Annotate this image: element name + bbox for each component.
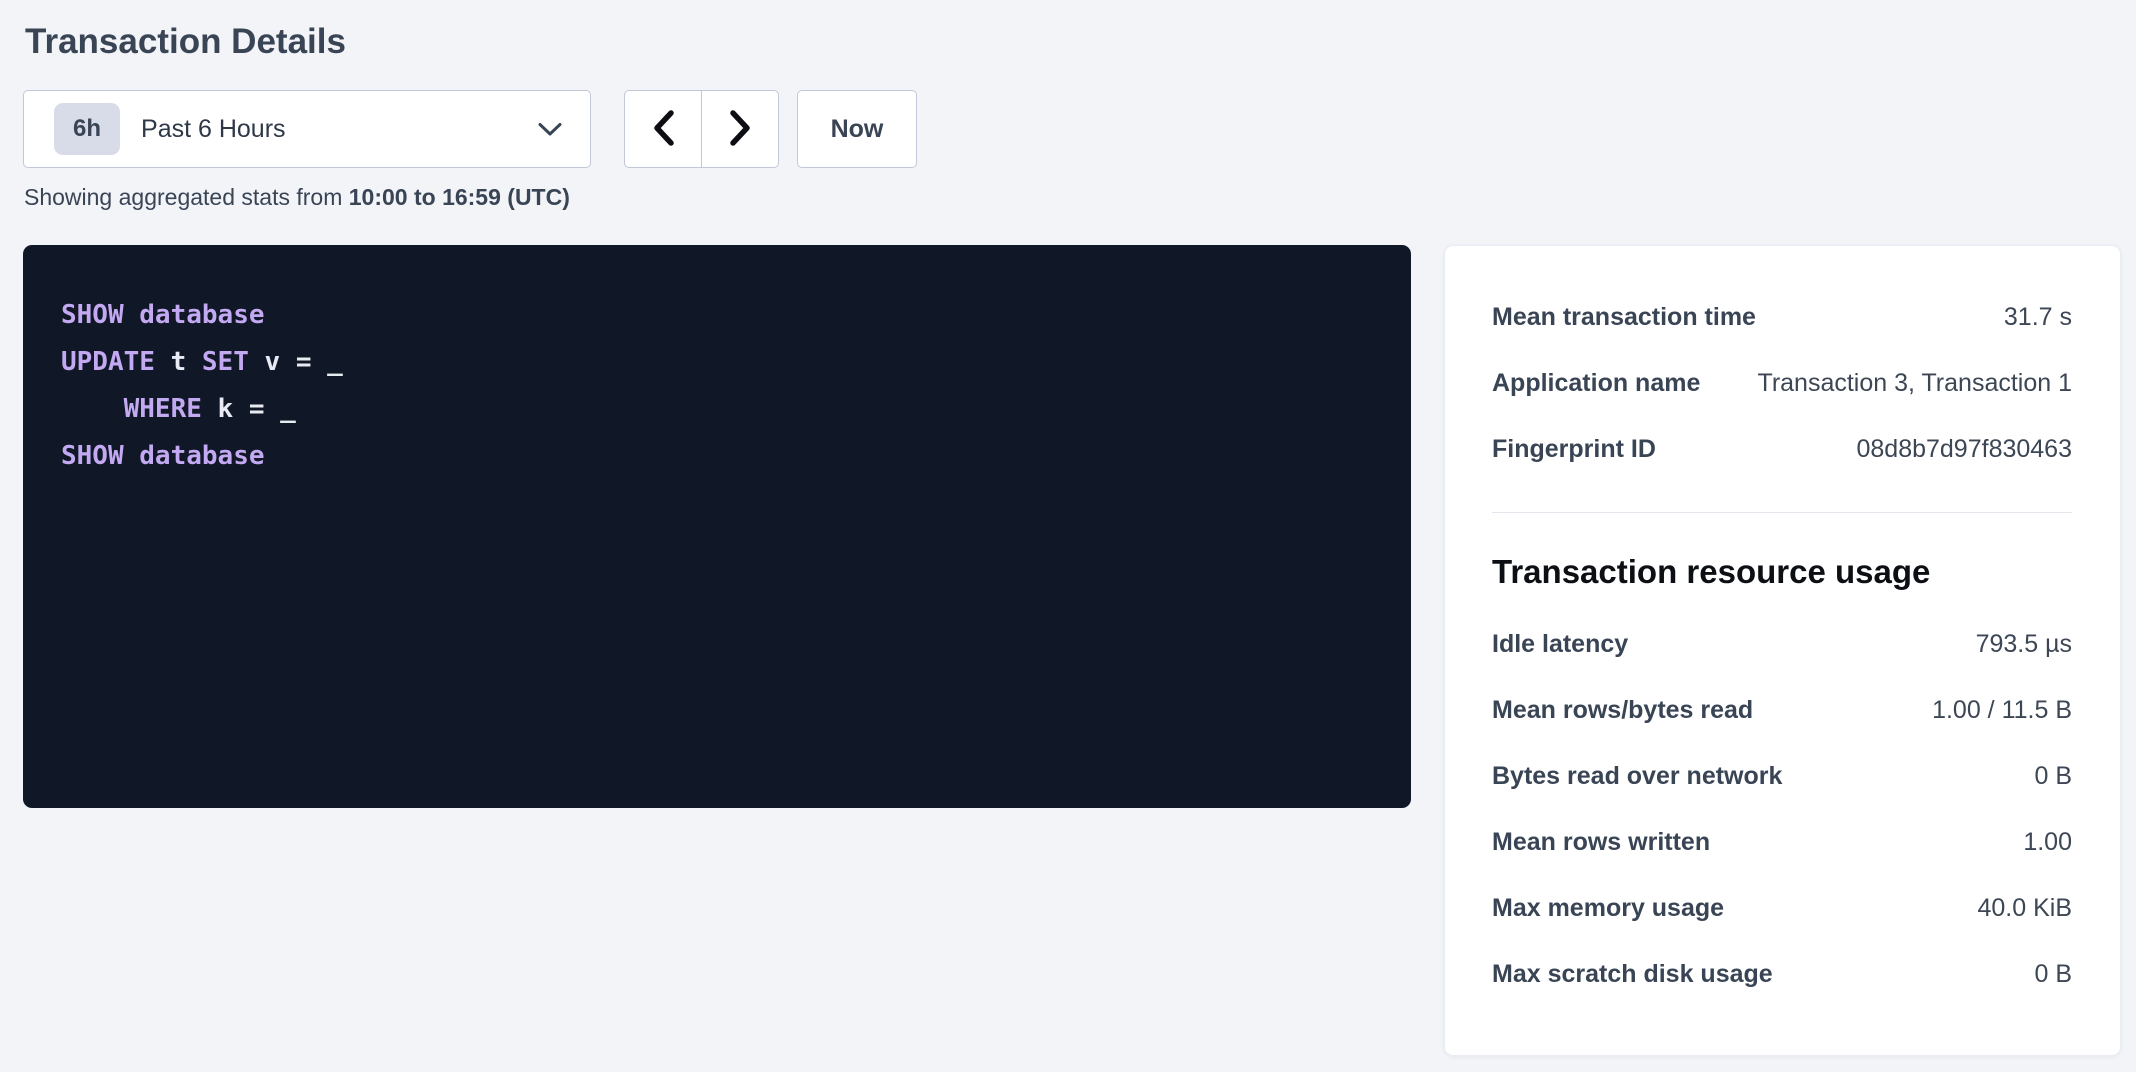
sql-token: t bbox=[155, 347, 202, 377]
page-title: Transaction Details bbox=[25, 18, 2121, 66]
sql-token: database bbox=[139, 300, 264, 330]
detail-row-label: Mean rows/bytes read bbox=[1492, 696, 1753, 724]
detail-row-label: Application name bbox=[1492, 369, 1700, 397]
time-controls-row: 6h Past 6 Hours bbox=[23, 90, 2121, 168]
detail-row-value: 793.5 µs bbox=[1976, 630, 2072, 658]
detail-row-label: Mean transaction time bbox=[1492, 303, 1756, 331]
sql-token: k = _ bbox=[202, 394, 296, 424]
transaction-details-card: Mean transaction time 31.7 s Application n… bbox=[1444, 245, 2121, 1056]
detail-row-value: 0 B bbox=[2034, 960, 2072, 988]
resource-usage-heading: Transaction resource usage bbox=[1492, 553, 2072, 591]
card-divider bbox=[1492, 512, 2072, 513]
sql-token: SHOW bbox=[61, 441, 124, 471]
sql-token: database bbox=[139, 441, 264, 471]
now-button[interactable]: Now bbox=[797, 90, 917, 168]
sql-code: SHOW databaseUPDATE t SET v = _ WHERE k … bbox=[61, 292, 1373, 480]
prev-time-button[interactable] bbox=[624, 90, 702, 168]
detail-row-value: 31.7 s bbox=[2004, 303, 2072, 331]
chevron-right-icon bbox=[728, 109, 753, 150]
sql-statements-box: SHOW databaseUPDATE t SET v = _ WHERE k … bbox=[23, 245, 1411, 808]
detail-row-value: 08d8b7d97f830463 bbox=[1856, 435, 2072, 463]
detail-row-label: Max memory usage bbox=[1492, 894, 1724, 922]
sql-token bbox=[124, 441, 140, 471]
detail-row: Mean transaction time 31.7 s bbox=[1492, 284, 2072, 350]
detail-row-value: 1.00 bbox=[2023, 828, 2072, 856]
detail-row-value: Transaction 3, Transaction 1 bbox=[1757, 369, 2072, 397]
aggregation-subtitle-prefix: Showing aggregated stats from bbox=[24, 184, 349, 210]
detail-row: Application name Transaction 3, Transacti… bbox=[1492, 350, 2072, 416]
summary-rows: Mean transaction time 31.7 s Application n… bbox=[1492, 284, 2072, 482]
resource-rows: Idle latency 793.5 µs Mean rows/bytes read… bbox=[1492, 611, 2072, 1007]
chevron-left-icon bbox=[651, 109, 676, 150]
detail-row-label: Max scratch disk usage bbox=[1492, 960, 1773, 988]
detail-row: Fingerprint ID 08d8b7d97f830463 bbox=[1492, 416, 2072, 482]
detail-row-label: Mean rows written bbox=[1492, 828, 1710, 856]
sql-token: SET bbox=[202, 347, 249, 377]
sql-token: SHOW bbox=[61, 300, 124, 330]
sql-token bbox=[124, 300, 140, 330]
time-range-picker[interactable]: 6h Past 6 Hours bbox=[23, 90, 591, 168]
detail-row: Max memory usage 40.0 KiB bbox=[1492, 875, 2072, 941]
time-range-label: Past 6 Hours bbox=[141, 115, 286, 144]
detail-row-label: Bytes read over network bbox=[1492, 762, 1782, 790]
detail-row-value: 1.00 / 11.5 B bbox=[1932, 696, 2072, 724]
detail-row-value: 0 B bbox=[2034, 762, 2072, 790]
detail-row: Mean rows/bytes read 1.00 / 11.5 B bbox=[1492, 677, 2072, 743]
detail-row-label: Fingerprint ID bbox=[1492, 435, 1656, 463]
sql-line: SHOW database bbox=[61, 433, 1373, 480]
detail-row: Idle latency 793.5 µs bbox=[1492, 611, 2072, 677]
time-nav-button-group bbox=[624, 90, 779, 168]
detail-row-value: 40.0 KiB bbox=[1977, 894, 2072, 922]
sql-line: UPDATE t SET v = _ bbox=[61, 339, 1373, 386]
detail-row: Max scratch disk usage 0 B bbox=[1492, 941, 2072, 1007]
detail-row: Mean rows written 1.00 bbox=[1492, 809, 2072, 875]
sql-token: WHERE bbox=[124, 394, 202, 424]
sql-line: SHOW database bbox=[61, 292, 1373, 339]
sql-token: UPDATE bbox=[61, 347, 155, 377]
content-row: SHOW databaseUPDATE t SET v = _ WHERE k … bbox=[23, 245, 2121, 1056]
sql-token bbox=[61, 394, 124, 424]
sql-line: WHERE k = _ bbox=[61, 386, 1373, 433]
detail-row: Bytes read over network 0 B bbox=[1492, 743, 2072, 809]
time-range-badge: 6h bbox=[54, 103, 120, 155]
aggregation-subtitle-range: 10:00 to 16:59 (UTC) bbox=[349, 184, 570, 210]
detail-row-label: Idle latency bbox=[1492, 630, 1628, 658]
transaction-details-page: Transaction Details 6h Past 6 Hours bbox=[0, 0, 2136, 1056]
next-time-button[interactable] bbox=[701, 90, 779, 168]
chevron-down-icon bbox=[537, 122, 563, 137]
aggregation-subtitle: Showing aggregated stats from 10:00 to 1… bbox=[24, 183, 2121, 212]
sql-token: v = _ bbox=[249, 347, 343, 377]
